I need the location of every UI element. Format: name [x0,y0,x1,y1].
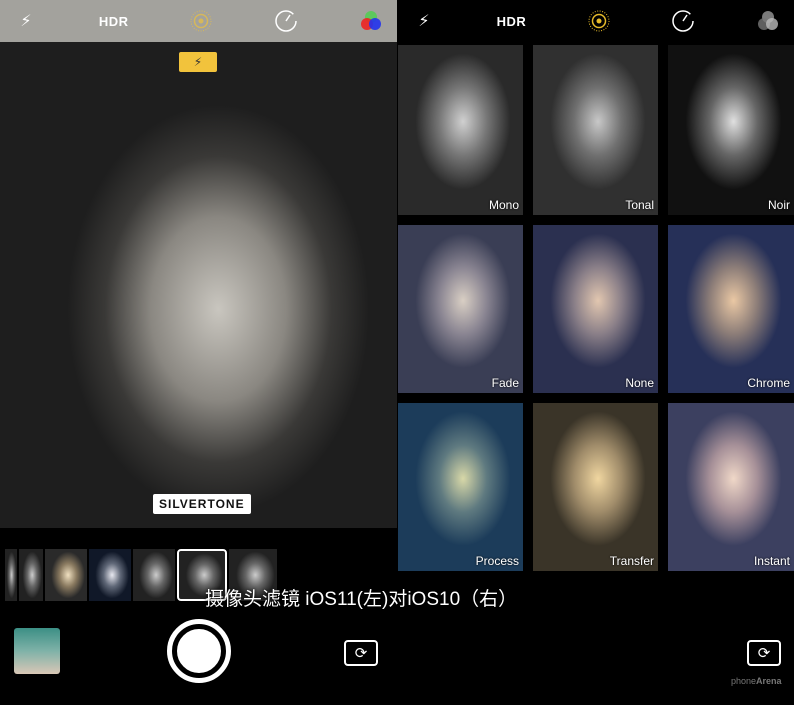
filter-preview-instant[interactable]: Instant [668,403,794,571]
filters-icon[interactable] [359,9,383,33]
flash-icon[interactable]: ⚡ [14,9,38,33]
photo-library-thumbnail[interactable] [14,628,60,674]
filter-preview-fade[interactable]: Fade [398,225,523,393]
filter-preview-none[interactable]: None [533,225,658,393]
filter-thumb[interactable] [89,549,131,601]
filter-label: Fade [491,376,519,390]
top-bar: ⚡ HDR [0,0,397,42]
viewfinder[interactable] [0,42,397,528]
timer-icon[interactable] [671,9,695,33]
live-photo-icon[interactable] [189,9,213,33]
filter-preview-mono[interactable]: Mono [398,45,523,215]
filter-label: Mono [488,198,519,212]
flash-icon[interactable]: ⚡ [412,9,436,33]
top-bar: ⚡ HDR [398,0,794,42]
filter-name-label: SILVERTONE [153,494,251,514]
filter-grid: Mono Tonal Noir Fade None Chrome Process Transf… [398,45,794,571]
filter-label: Process [475,554,519,568]
timer-icon[interactable] [274,9,298,33]
filter-preview-process[interactable]: Process [398,403,523,571]
flash-on-indicator: ⚡ [179,52,217,72]
filter-thumb[interactable] [19,549,43,601]
switch-camera-icon[interactable]: ⟳ [747,640,781,666]
filter-label: Instant [753,554,790,568]
watermark-logo: phoneArena [731,676,782,686]
filter-thumb[interactable] [5,549,17,601]
filter-label: Transfer [609,554,654,568]
filter-thumb[interactable] [133,549,175,601]
live-photo-icon[interactable] [587,9,611,33]
shutter-button[interactable] [167,619,231,683]
filter-preview-tonal[interactable]: Tonal [533,45,658,215]
filter-label: None [625,376,654,390]
caption: 摄像头滤镜 iOS11(左)对iOS10（右） [205,589,518,610]
filter-label: Tonal [625,198,654,212]
filter-preview-noir[interactable]: Noir [668,45,794,215]
filter-thumb[interactable] [45,549,87,601]
hdr-button[interactable]: HDR [497,14,527,29]
filter-label: Noir [767,198,790,212]
filter-preview-transfer[interactable]: Transfer [533,403,658,571]
filters-icon[interactable] [756,9,780,33]
filter-preview-chrome[interactable]: Chrome [668,225,794,393]
hdr-button[interactable]: HDR [99,14,129,29]
switch-camera-icon[interactable]: ⟳ [344,640,378,666]
filter-label: Chrome [747,376,790,390]
